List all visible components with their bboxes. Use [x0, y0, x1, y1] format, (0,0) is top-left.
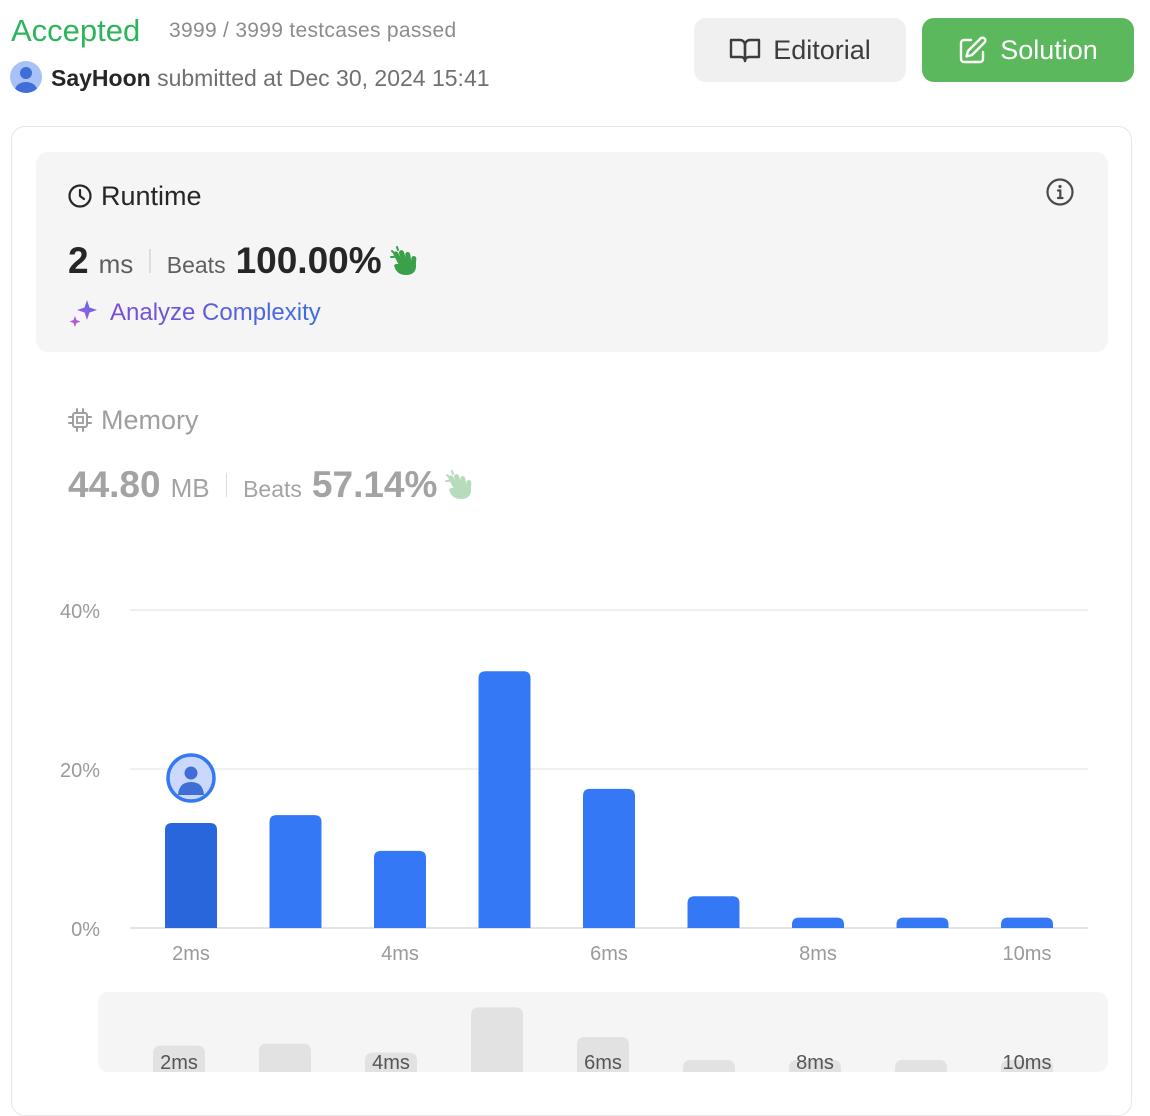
runtime-value: 2 [68, 240, 89, 281]
editorial-label: Editorial [773, 34, 871, 65]
clapping-hands-icon [389, 246, 416, 275]
runtime-unit: ms [98, 249, 134, 279]
chart-bar[interactable] [792, 917, 844, 928]
chart-bar[interactable] [687, 896, 740, 928]
user-avatar[interactable] [10, 61, 42, 93]
runtime-title-label: Runtime [101, 181, 202, 211]
clock-icon [68, 184, 92, 208]
runtime-title: Runtime [67, 180, 202, 212]
clapping-hands-icon [445, 470, 472, 499]
testcases-summary: 3999 / 3999 testcases passed [169, 19, 457, 42]
memory-title[interactable]: Memory [67, 404, 199, 436]
chart-bar[interactable] [478, 671, 531, 928]
memory-beats-value: 57.14% [311, 464, 438, 505]
editorial-button[interactable]: Editorial [694, 18, 906, 82]
chart-bar[interactable] [896, 917, 949, 928]
edit-icon [960, 36, 987, 64]
stat-divider [149, 249, 151, 273]
solution-button[interactable]: Solution [922, 18, 1134, 82]
submission-status: Accepted [11, 13, 141, 48]
chart-bar[interactable] [374, 850, 426, 928]
chart-overview-scroller[interactable] [98, 992, 1108, 1072]
analyze-complexity-link[interactable]: Analyze Complexity [68, 298, 321, 328]
memory-unit: MB [170, 473, 210, 503]
runtime-beats-value: 100.00% [235, 240, 382, 281]
memory-value: 44.80 [68, 464, 161, 505]
sparkle-icon [69, 300, 97, 327]
runtime-beats-label: Beats [166, 252, 226, 278]
chart-bar[interactable] [583, 788, 635, 928]
info-icon[interactable] [1045, 177, 1075, 207]
cpu-chip-icon [68, 408, 92, 432]
stat-divider [225, 473, 228, 497]
memory-stats: 44.80 MB Beats 57.14% [68, 464, 477, 506]
analyze-complexity-label: Analyze Complexity [110, 299, 321, 326]
memory-title-label: Memory [101, 405, 199, 435]
runtime-stats: 2 ms Beats 100.00% [68, 240, 422, 282]
username-link[interactable]: SayHoon [51, 65, 151, 91]
user-avatar-icon [15, 67, 37, 93]
chart-bar[interactable] [165, 823, 217, 928]
chart-bar[interactable] [1001, 917, 1053, 928]
solution-label: Solution [1000, 34, 1098, 65]
book-icon [730, 38, 761, 63]
memory-beats-label: Beats [243, 476, 302, 502]
submission-meta: SayHoon submitted at Dec 30, 2024 15:41 [51, 64, 490, 92]
chart-bar[interactable] [269, 815, 322, 928]
submitted-time: submitted at Dec 30, 2024 15:41 [157, 65, 490, 91]
